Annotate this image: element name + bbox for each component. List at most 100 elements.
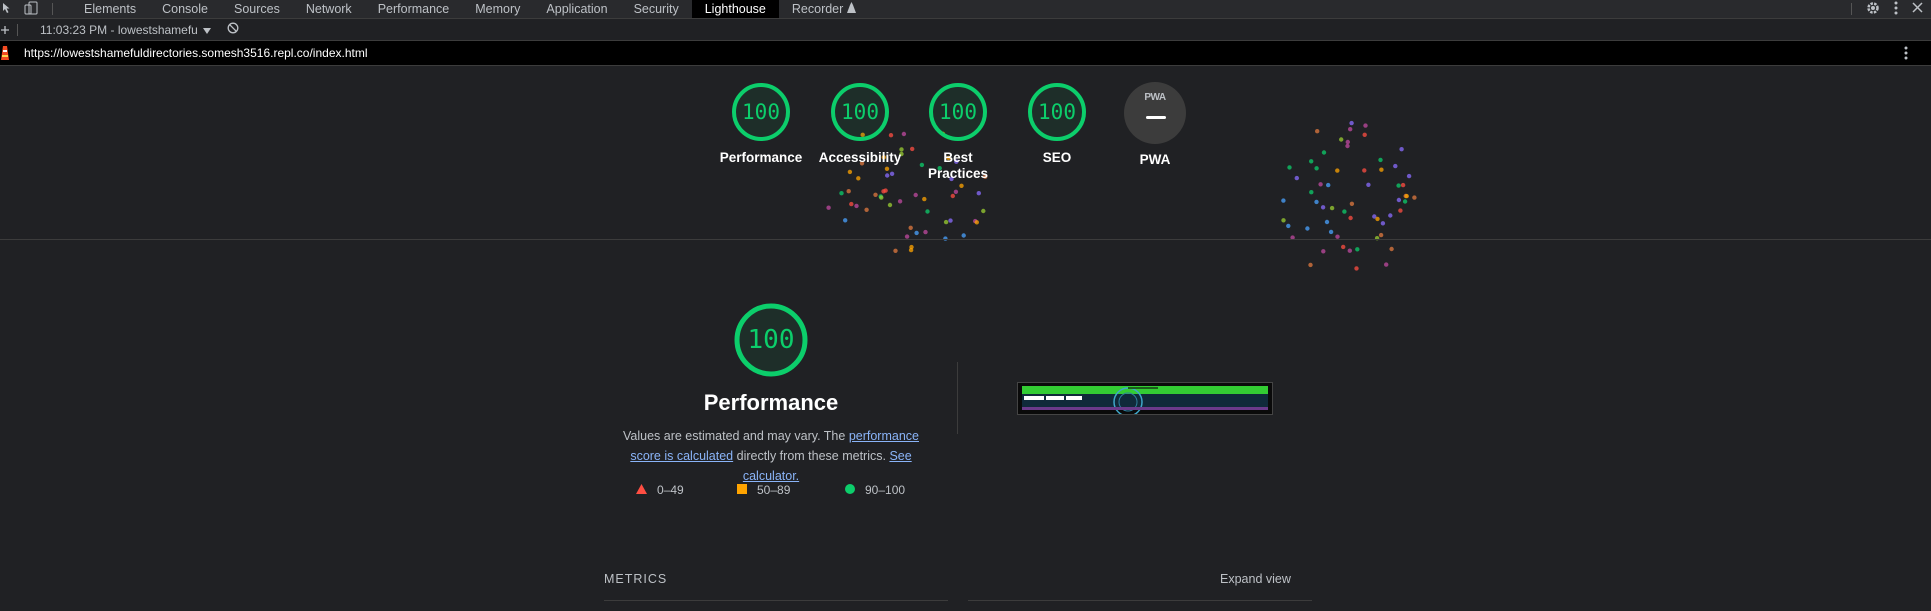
gauge-score: 100 — [939, 100, 977, 124]
category-gauges: 100 Performance 100 Accessibility 100 Be… — [0, 82, 1931, 192]
confetti-dot — [1354, 266, 1359, 271]
toolbar-divider — [52, 3, 53, 15]
device-toggle-icon[interactable] — [24, 1, 38, 18]
tab-security[interactable]: Security — [621, 0, 692, 18]
confetti-dot — [1380, 221, 1386, 226]
metrics-divider — [968, 600, 1312, 601]
expand-view-toggle[interactable]: Expand view — [1220, 572, 1291, 586]
confetti-dot — [1281, 218, 1286, 223]
performance-gauge-large: 100 — [733, 302, 809, 378]
gauge-label: Performance — [719, 150, 803, 165]
confetti-dot — [908, 225, 913, 230]
confetti-dot — [922, 196, 927, 202]
confetti-dot — [950, 193, 955, 199]
square-icon — [737, 483, 747, 497]
confetti-dot — [1348, 215, 1353, 221]
confetti-dot — [1388, 213, 1393, 218]
legend-fail: 0–49 — [636, 483, 684, 497]
confetti-dot — [1378, 232, 1384, 238]
devtools-tabs: Elements Console Sources Network Perform… — [71, 0, 869, 18]
confetti-dot — [1355, 247, 1360, 252]
desc-prefix: Values are estimated and may vary. The — [623, 429, 849, 443]
toolbar-divider — [17, 23, 18, 36]
report-select[interactable]: 11:03:23 PM - lowestshamefu — [40, 23, 211, 37]
metrics-divider — [604, 600, 948, 601]
legend-range: 50–89 — [757, 483, 791, 497]
inspect-icon[interactable] — [2, 2, 14, 17]
gauge-ring: 100 — [1027, 82, 1087, 142]
confetti-dot — [1412, 195, 1417, 200]
gauge-ring: 100 — [731, 82, 791, 142]
confetti-dot — [893, 248, 898, 253]
circle-icon — [845, 483, 855, 497]
confetti-dot — [973, 218, 978, 224]
confetti-dot — [1281, 198, 1286, 203]
close-icon[interactable] — [1912, 2, 1923, 16]
tab-recorder-label: Recorder — [791, 2, 844, 16]
settings-gear-icon[interactable] — [1866, 1, 1880, 18]
gauge-performance[interactable]: 100 Performance — [716, 82, 806, 166]
confetti-dot — [913, 192, 918, 198]
confetti-dot — [961, 233, 966, 238]
plus-icon[interactable] — [0, 23, 17, 37]
kebab-menu-icon[interactable] — [1894, 1, 1898, 18]
confetti-dot — [923, 229, 928, 235]
confetti-dot — [948, 218, 953, 223]
tab-lighthouse[interactable]: Lighthouse — [691, 0, 779, 18]
confetti-dot — [974, 220, 979, 225]
confetti-dot — [1341, 244, 1346, 250]
confetti-dot — [1308, 262, 1313, 268]
tab-memory[interactable]: Memory — [462, 0, 533, 18]
clear-block-icon[interactable] — [227, 22, 239, 37]
lighthouse-logo-icon — [0, 46, 10, 60]
tab-elements[interactable]: Elements — [71, 0, 149, 18]
triangle-icon — [636, 483, 647, 497]
gauge-best-practices[interactable]: 100 Best Practices — [913, 82, 1003, 182]
gauge-seo[interactable]: 100 SEO — [1012, 82, 1102, 166]
gauge-label: Best Practices — [927, 150, 989, 181]
confetti-dot — [1342, 209, 1347, 214]
dropdown-arrow-icon — [202, 23, 211, 37]
confetti-dot — [908, 247, 914, 253]
confetti-dot — [887, 202, 893, 208]
confetti-dot — [1389, 246, 1394, 252]
confetti-dot — [897, 199, 903, 204]
report-url[interactable]: https://lowestshamefuldirectories.somesh… — [24, 46, 368, 60]
legend-range: 0–49 — [657, 483, 684, 497]
gauge-ring: 100 — [830, 82, 890, 142]
recorder-icon — [847, 2, 857, 16]
tab-recorder[interactable]: Recorder — [779, 0, 869, 18]
tab-performance[interactable]: Performance — [365, 0, 463, 18]
gauge-ring: 100 — [928, 82, 988, 142]
report-url-bar: https://lowestshamefuldirectories.somesh… — [0, 41, 1931, 66]
gauge-accessibility[interactable]: 100 Accessibility — [815, 82, 905, 166]
confetti-dot — [1305, 226, 1310, 231]
kebab-menu-icon[interactable] — [1904, 46, 1908, 63]
confetti-dot — [1403, 193, 1408, 199]
legend-average: 50–89 — [737, 483, 790, 497]
tab-console[interactable]: Console — [149, 0, 221, 18]
confetti-dot — [843, 218, 848, 223]
confetti-dot — [1404, 193, 1409, 199]
confetti-dot — [981, 208, 986, 214]
tab-network[interactable]: Network — [293, 0, 365, 18]
performance-description: Values are estimated and may vary. The p… — [606, 426, 936, 486]
confetti-dot — [1314, 199, 1319, 205]
confetti-dot — [873, 192, 878, 197]
pwa-badge-text: PWA — [1144, 92, 1166, 103]
confetti-dot — [943, 219, 949, 225]
gauge-score: 100 — [1038, 100, 1076, 124]
performance-score: 100 — [747, 325, 795, 355]
section-vertical-divider — [957, 362, 958, 434]
toolbar-divider — [1851, 3, 1852, 15]
gauge-pwa[interactable]: PWA PWA — [1110, 82, 1200, 168]
legend-pass: 90–100 — [845, 483, 905, 497]
pwa-badge: PWA — [1124, 82, 1186, 144]
tab-sources[interactable]: Sources — [221, 0, 293, 18]
tab-application[interactable]: Application — [533, 0, 620, 18]
confetti-dot — [1396, 197, 1402, 203]
confetti-dot — [1328, 229, 1334, 235]
section-divider — [0, 239, 1931, 240]
confetti-dot — [1349, 201, 1355, 206]
final-screenshot-thumbnail[interactable] — [1017, 382, 1273, 415]
